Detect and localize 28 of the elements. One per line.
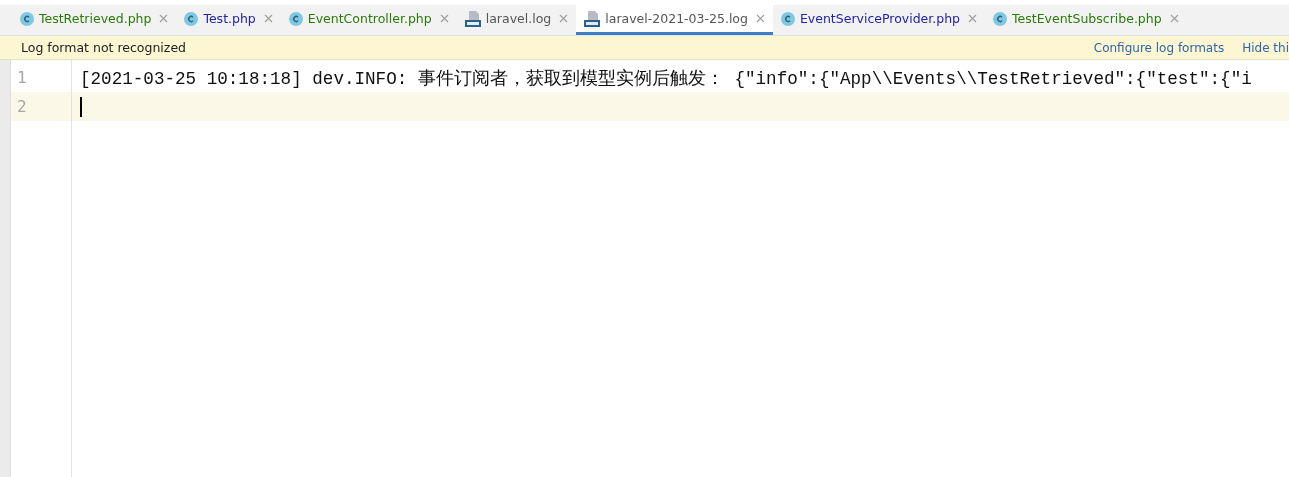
- class-icon: [184, 11, 199, 26]
- class-icon: [993, 11, 1008, 26]
- notification-link[interactable]: Configure log formats: [1093, 40, 1225, 55]
- file-tab[interactable]: TestEventSubscribe.php: [985, 5, 1187, 35]
- close-icon[interactable]: [159, 14, 169, 23]
- file-tab[interactable]: laravel-2021-03-25.log: [576, 5, 773, 35]
- class-icon: [288, 11, 303, 26]
- close-icon[interactable]: [1169, 14, 1179, 23]
- close-icon[interactable]: [263, 14, 273, 23]
- file-tab[interactable]: TestRetrieved.php: [12, 5, 177, 35]
- file-tab[interactable]: EventController.php: [280, 5, 457, 35]
- close-icon[interactable]: [439, 14, 449, 23]
- text-cursor: [80, 96, 82, 117]
- file-tab[interactable]: EventServiceProvider.php: [772, 5, 986, 35]
- class-icon: [20, 11, 34, 26]
- class-icon: [780, 11, 795, 26]
- line-number: 1: [17, 68, 27, 87]
- notification-message: Log format not recognized: [21, 40, 186, 55]
- log-file-icon: [464, 10, 481, 27]
- close-icon[interactable]: [559, 14, 569, 23]
- file-tab[interactable]: Test.php: [176, 5, 281, 35]
- code-line: [2021-03-25 10:18:18] dev.INFO: 事件订阅者，获取到模型实例后触发： {"info":{"App\\Events\\TestRetrieved":{"test":{"i: [80, 67, 1252, 90]
- notification-link[interactable]: Hide thi: [1242, 40, 1289, 55]
- close-icon[interactable]: [968, 14, 978, 23]
- close-icon[interactable]: [755, 14, 765, 23]
- file-tab[interactable]: laravel.log: [456, 5, 577, 35]
- log-file-icon: [584, 10, 601, 27]
- line-number: 2: [17, 97, 27, 116]
